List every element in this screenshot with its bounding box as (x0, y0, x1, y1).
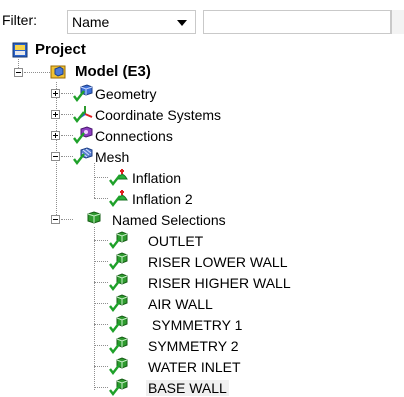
project-icon (10, 40, 30, 60)
tree-label: Inflation 2 (132, 191, 193, 207)
named-selection-item[interactable]: RISER LOWER WALL (0, 251, 404, 271)
tree-label: BASE WALL (146, 380, 229, 396)
connections-check-icon (73, 125, 93, 145)
inflation-check-icon (109, 188, 129, 208)
named-selection-check-icon (109, 377, 129, 397)
tree-node-project[interactable]: Project (0, 40, 404, 60)
coordinate-axes-check-icon (73, 104, 93, 124)
named-selection-check-icon (109, 272, 129, 292)
named-selection-item-selected[interactable]: BASE WALL (0, 377, 404, 397)
inflation-check-icon (109, 167, 129, 187)
expand-toggle-icon[interactable] (51, 89, 60, 98)
tree-label: RISER LOWER WALL (148, 254, 288, 270)
tree-label: SYMMETRY 1 (148, 317, 243, 333)
tree-node-coordinate-systems[interactable]: Coordinate Systems (0, 104, 404, 124)
expand-toggle-icon[interactable] (51, 131, 60, 140)
tree-label: Mesh (95, 149, 130, 165)
tree-label: Named Selections (112, 212, 226, 228)
named-selection-check-icon (109, 230, 129, 250)
tree-node-geometry[interactable]: Geometry (0, 83, 404, 103)
outline-tree: Project Model (E3) Geometry Coordinate S… (0, 0, 404, 397)
collapse-toggle-icon[interactable] (14, 68, 23, 77)
tree-node-connections[interactable]: Connections (0, 125, 404, 145)
named-selection-item[interactable]: SYMMETRY 1 (0, 314, 404, 334)
named-selection-item[interactable]: SYMMETRY 2 (0, 335, 404, 355)
tree-label: SYMMETRY 2 (148, 338, 239, 354)
tree-label: OUTLET (148, 233, 204, 249)
mesh-check-icon (73, 146, 93, 166)
named-selection-item[interactable]: WATER INLET (0, 356, 404, 376)
tree-label: Project (35, 41, 86, 58)
named-selection-check-icon (109, 293, 129, 313)
named-selection-item[interactable]: OUTLET (0, 230, 404, 250)
model-icon (48, 62, 68, 82)
collapse-toggle-icon[interactable] (51, 152, 60, 161)
geometry-cube-check-icon (73, 83, 93, 103)
tree-node-inflation[interactable]: Inflation (0, 167, 404, 187)
tree-label: Model (E3) (75, 63, 151, 80)
tree-label: WATER INLET (148, 359, 241, 375)
tree-node-mesh[interactable]: Mesh (0, 146, 404, 166)
tree-node-named-selections[interactable]: Named Selections (0, 209, 404, 229)
collapse-toggle-icon[interactable] (51, 215, 60, 224)
named-selection-check-icon (109, 335, 129, 355)
named-selection-check-icon (109, 251, 129, 271)
tree-label: RISER HIGHER WALL (148, 275, 291, 291)
tree-label: Connections (95, 128, 173, 144)
tree-node-inflation-2[interactable]: Inflation 2 (0, 188, 404, 208)
named-selection-check-icon (109, 356, 129, 376)
named-selection-item[interactable]: AIR WALL (0, 293, 404, 313)
expand-toggle-icon[interactable] (51, 110, 60, 119)
tree-label: AIR WALL (148, 296, 213, 312)
tree-label: Coordinate Systems (95, 107, 222, 123)
named-selection-item[interactable]: RISER HIGHER WALL (0, 272, 404, 292)
named-selection-icon (84, 209, 104, 229)
tree-label: Geometry (95, 86, 157, 102)
named-selection-check-icon (109, 314, 129, 334)
tree-node-model[interactable]: Model (E3) (0, 62, 404, 82)
tree-label: Inflation (132, 170, 182, 186)
